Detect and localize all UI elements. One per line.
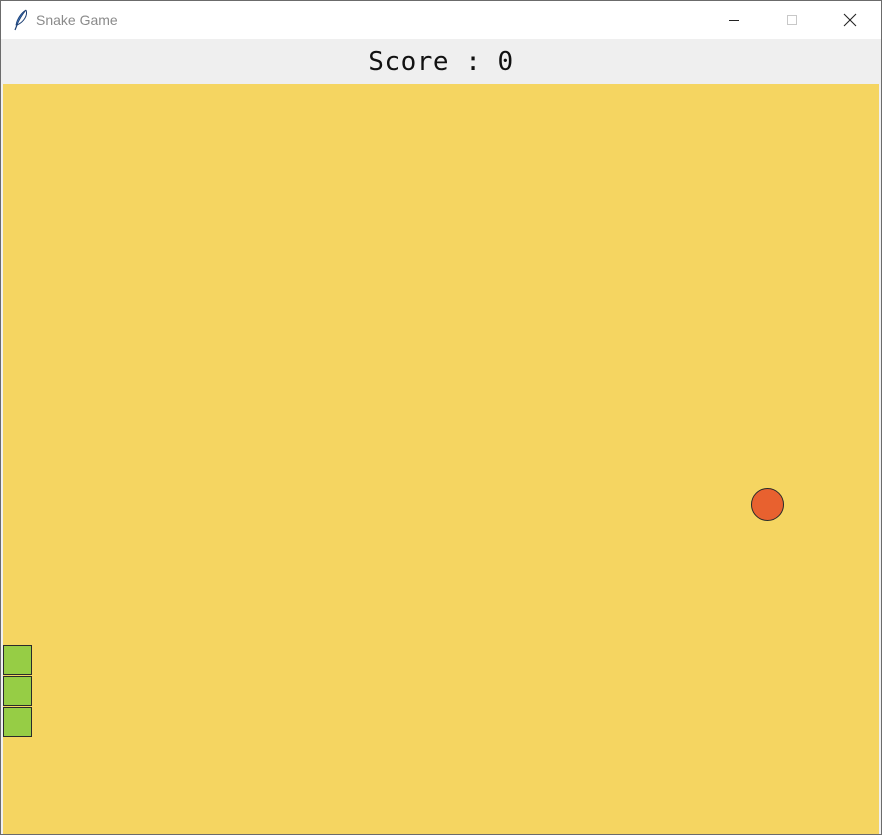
score-label: Score : 0 (368, 47, 514, 77)
minimize-icon (728, 14, 740, 26)
close-icon (843, 13, 857, 27)
game-board[interactable] (3, 84, 879, 834)
feather-icon (12, 9, 30, 31)
maximize-icon (786, 14, 798, 26)
app-window: Snake Game Score : 0 (0, 0, 882, 835)
score-bar: Score : 0 (1, 39, 881, 84)
close-button[interactable] (821, 1, 879, 39)
minimize-button[interactable] (705, 1, 763, 39)
snake-segment (3, 645, 32, 675)
food-apple (751, 488, 784, 521)
snake-segment (3, 707, 32, 737)
title-bar[interactable]: Snake Game (1, 1, 881, 39)
window-title: Snake Game (36, 12, 118, 28)
snake-segment (3, 676, 32, 706)
maximize-button[interactable] (763, 1, 821, 39)
